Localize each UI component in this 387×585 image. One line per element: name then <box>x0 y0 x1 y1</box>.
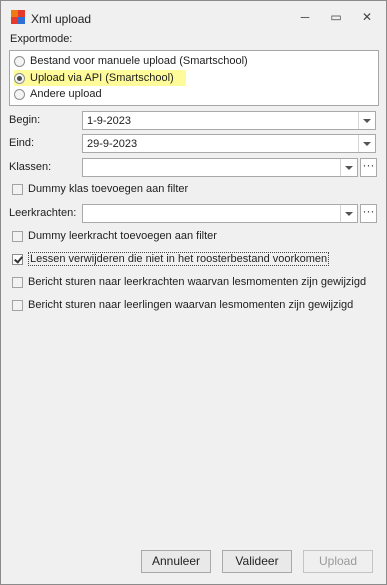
upload-button[interactable]: Upload <box>303 550 373 573</box>
dummy-klas-checkbox[interactable]: Dummy klas toevoegen aan filter <box>12 181 188 197</box>
radio-button[interactable] <box>14 88 25 100</box>
bericht-leerlingen-checkbox[interactable]: Bericht sturen naar leerlingen waarvan l… <box>12 297 353 313</box>
leerkrachten-combo[interactable] <box>82 204 358 223</box>
app-icon <box>11 10 27 24</box>
radio-manual-upload[interactable]: Bestand voor manuele upload (Smartschool… <box>14 53 248 69</box>
eind-label: Eind: <box>9 137 35 149</box>
exportmode-group: Exportmode: Bestand voor manuele upload … <box>7 33 379 107</box>
checkbox-label: Dummy leerkracht toevoegen aan filter <box>28 230 217 242</box>
begin-value: 1-9-2023 <box>87 115 132 127</box>
checkbox-label: Bericht sturen naar leerlingen waarvan l… <box>28 299 354 311</box>
checkbox[interactable] <box>12 230 23 242</box>
checkbox-label: Lessen verwijderen die niet in het roost… <box>28 252 330 266</box>
chevron-down-icon[interactable] <box>340 205 357 222</box>
window-title: Xml upload <box>31 12 92 26</box>
restore-icon[interactable]: ▭ <box>325 7 347 27</box>
chevron-down-icon[interactable] <box>358 135 375 152</box>
klassen-combo[interactable] <box>82 158 358 177</box>
radio-button-selected[interactable] <box>14 72 25 84</box>
title-bar[interactable]: Xml upload ─ ▭ ✕ <box>1 1 386 33</box>
checkbox[interactable] <box>12 276 23 288</box>
bericht-leerkrachten-checkbox[interactable]: Bericht sturen naar leerkrachten waarvan… <box>12 274 366 290</box>
eind-value: 29-9-2023 <box>87 138 138 150</box>
annuleer-button[interactable]: Annuleer <box>141 550 211 573</box>
checkbox[interactable] <box>12 183 23 195</box>
exportmode-label: Exportmode: <box>10 33 73 45</box>
klassen-ellipsis-button[interactable]: ··· <box>360 158 377 177</box>
checkbox[interactable] <box>12 299 23 311</box>
valideer-button[interactable]: Valideer <box>222 550 292 573</box>
checkbox-label: Bericht sturen naar leerkrachten waarvan… <box>28 276 367 288</box>
klassen-label: Klassen: <box>9 161 52 173</box>
exportmode-options: Bestand voor manuele upload (Smartschool… <box>9 50 379 106</box>
chevron-down-icon[interactable] <box>340 159 357 176</box>
chevron-down-icon[interactable] <box>358 112 375 129</box>
close-icon[interactable]: ✕ <box>356 7 378 27</box>
lessen-verwijderen-checkbox[interactable]: Lessen verwijderen die niet in het roost… <box>12 251 330 267</box>
begin-label: Begin: <box>9 114 41 126</box>
radio-label: Upload via API (Smartschool) <box>30 72 174 84</box>
minimize-icon[interactable]: ─ <box>294 7 316 27</box>
checkbox-label: Dummy klas toevoegen aan filter <box>28 183 189 195</box>
checkbox-checked[interactable] <box>12 253 23 265</box>
radio-label: Andere upload <box>30 88 102 100</box>
radio-other-upload[interactable]: Andere upload <box>14 86 102 102</box>
dummy-leerkracht-checkbox[interactable]: Dummy leerkracht toevoegen aan filter <box>12 228 217 244</box>
leerkrachten-ellipsis-button[interactable]: ··· <box>360 204 377 223</box>
xml-upload-window: Xml upload ─ ▭ ✕ Exportmode: Bestand voo… <box>0 0 387 585</box>
radio-button[interactable] <box>14 55 25 67</box>
eind-date-picker[interactable]: 29-9-2023 <box>82 134 376 153</box>
begin-date-picker[interactable]: 1-9-2023 <box>82 111 376 130</box>
radio-label: Bestand voor manuele upload (Smartschool… <box>30 55 248 67</box>
leerkrachten-label: Leerkrachten: <box>9 207 77 219</box>
radio-api-upload[interactable]: Upload via API (Smartschool) <box>14 70 186 86</box>
